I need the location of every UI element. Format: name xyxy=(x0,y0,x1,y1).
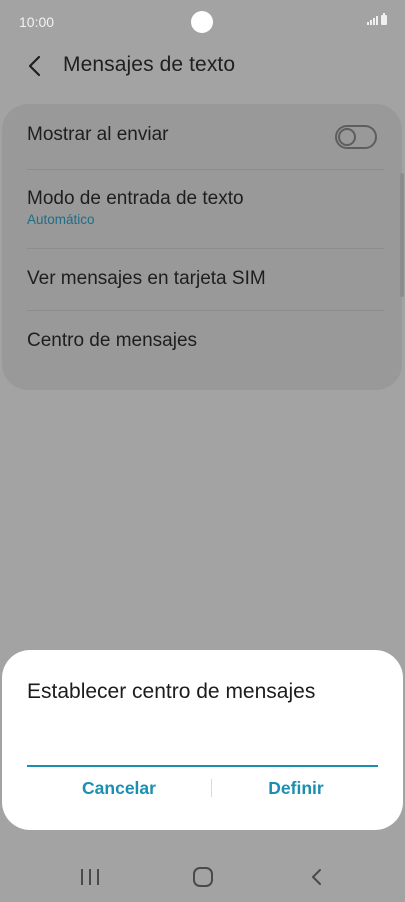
toggle-knob xyxy=(338,128,356,146)
divider xyxy=(27,169,384,170)
settings-item-label: Modo de entrada de texto xyxy=(27,188,244,209)
settings-item-label: Ver mensajes en tarjeta SIM xyxy=(27,268,266,289)
define-button[interactable]: Definir xyxy=(206,770,386,806)
signal-icon xyxy=(367,15,378,25)
message-center-input[interactable] xyxy=(27,737,378,767)
navigation-bar xyxy=(0,852,405,902)
divider xyxy=(27,310,384,311)
status-icons xyxy=(367,13,387,25)
settings-item-show-on-send[interactable]: Mostrar al enviar xyxy=(27,124,384,146)
dialog-title: Establecer centro de mensajes xyxy=(27,680,316,703)
camera-cutout xyxy=(191,11,213,33)
scrollbar[interactable] xyxy=(400,173,404,297)
status-bar: 10:00 xyxy=(0,0,405,44)
dialog-buttons: Cancelar Definir xyxy=(2,770,403,806)
settings-item-sim-messages[interactable]: Ver mensajes en tarjeta SIM xyxy=(27,268,384,290)
home-icon[interactable] xyxy=(193,867,213,887)
page-title: Mensajes de texto xyxy=(63,53,236,76)
back-icon[interactable] xyxy=(310,867,324,887)
divider xyxy=(27,248,384,249)
settings-item-label: Centro de mensajes xyxy=(27,330,198,351)
settings-item-text-input-mode[interactable]: Modo de entrada de texto Automático xyxy=(27,188,384,227)
settings-card: Mostrar al enviar Modo de entrada de tex… xyxy=(2,104,402,390)
cancel-button[interactable]: Cancelar xyxy=(29,770,209,806)
app-header: Mensajes de texto xyxy=(0,44,405,90)
status-time: 10:00 xyxy=(19,14,55,30)
battery-icon xyxy=(381,13,387,25)
recents-icon[interactable] xyxy=(81,869,99,885)
show-on-send-toggle[interactable] xyxy=(335,125,377,149)
back-button[interactable] xyxy=(22,52,50,82)
settings-item-message-center[interactable]: Centro de mensajes xyxy=(27,330,384,352)
settings-item-label: Mostrar al enviar xyxy=(27,124,169,145)
settings-item-value: Automático xyxy=(27,212,95,227)
chevron-left-icon xyxy=(28,55,41,77)
message-center-dialog: Establecer centro de mensajes Cancelar D… xyxy=(2,650,403,830)
